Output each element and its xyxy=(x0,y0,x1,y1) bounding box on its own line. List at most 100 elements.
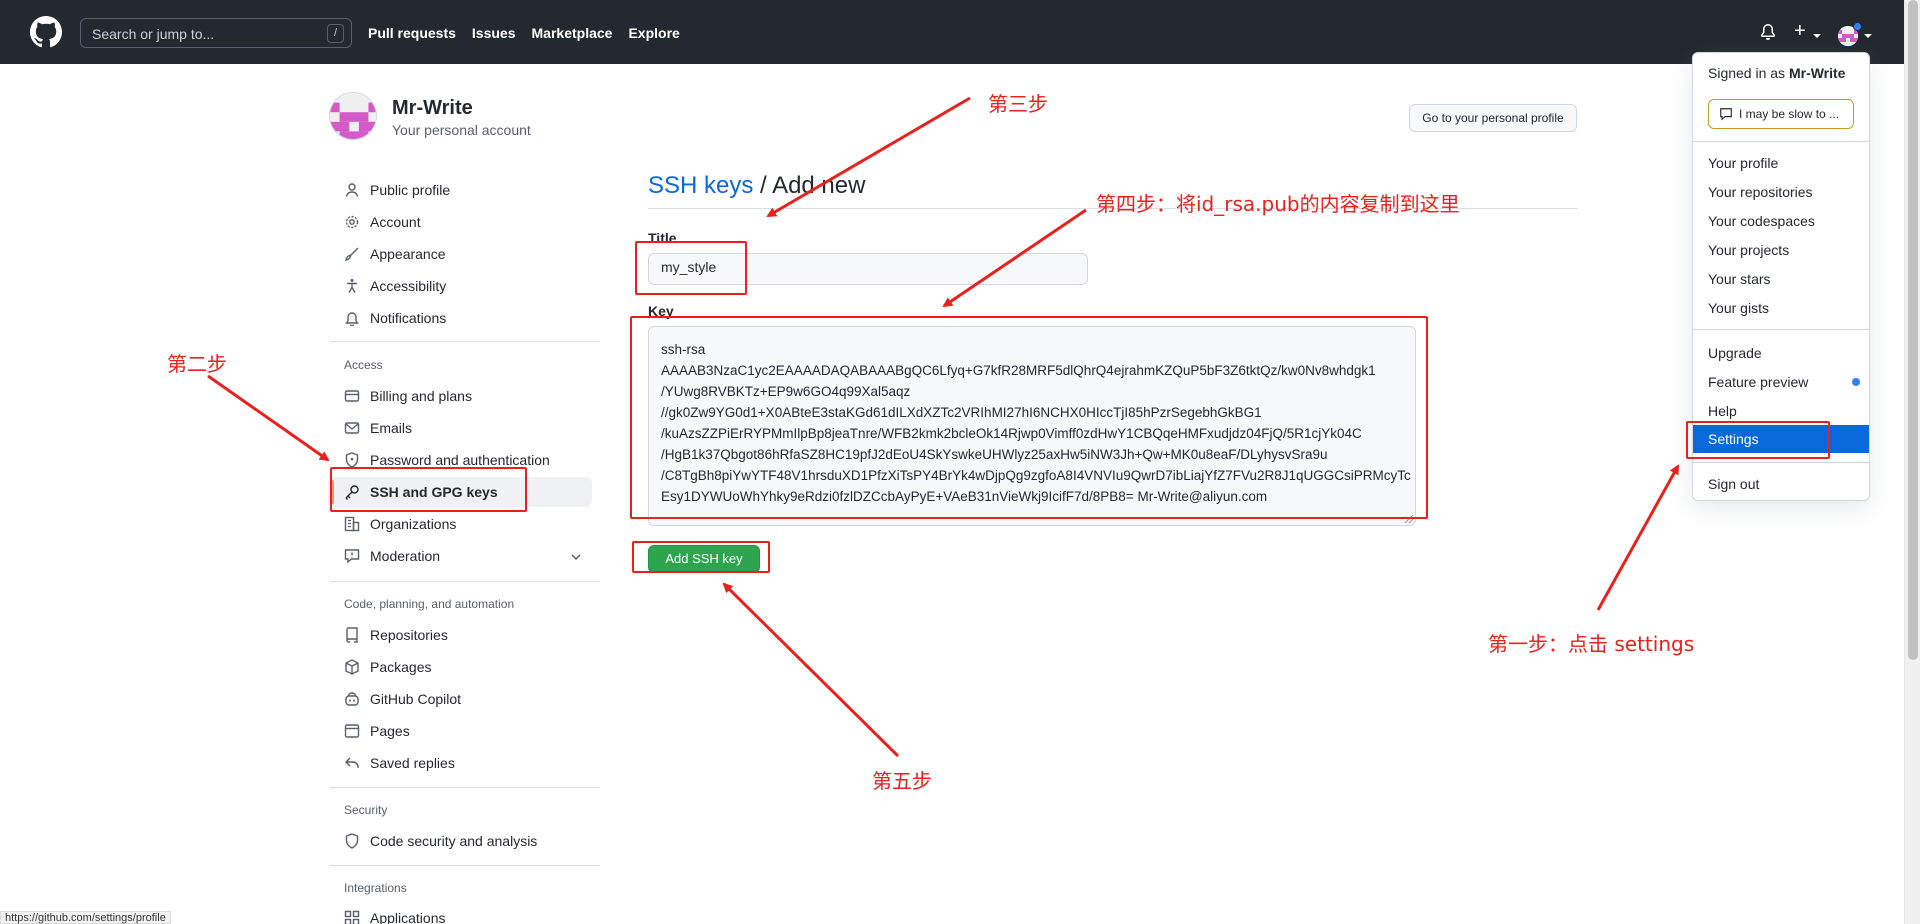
nav-marketplace[interactable]: Marketplace xyxy=(532,25,613,41)
breadcrumb-current: Add new xyxy=(772,172,866,199)
breadcrumb-ssh-keys-link[interactable]: SSH keys xyxy=(648,172,753,199)
breadcrumb-separator: / xyxy=(753,172,773,199)
sidebar-item-packages[interactable]: Packages xyxy=(328,652,592,682)
chevron-down-icon[interactable] xyxy=(570,551,582,563)
accessibility-icon xyxy=(347,279,357,293)
annotation-step1: 第一步：点击 settings xyxy=(1488,632,1695,656)
search-placeholder: Search or jump to... xyxy=(92,26,215,42)
sidebar-item-emails[interactable]: Emails xyxy=(328,413,592,443)
nav-issues[interactable]: Issues xyxy=(472,25,516,41)
sidebar-item-label: Appearance xyxy=(370,246,446,262)
create-caret-icon xyxy=(1813,34,1821,38)
signed-in-prefix: Signed in as xyxy=(1708,65,1789,81)
account-avatar xyxy=(329,92,377,140)
top-nav: Pull requests Issues Marketplace Explore xyxy=(368,25,680,41)
sidebar-divider xyxy=(330,787,600,788)
identicon-icon xyxy=(330,93,376,139)
menu-your-repositories[interactable]: Your repositories xyxy=(1693,178,1869,206)
copilot-icon xyxy=(345,692,359,706)
sidebar-heading-integrations: Integrations xyxy=(344,881,407,895)
search-shortcut-key: / xyxy=(327,24,344,43)
annotation-box-title xyxy=(635,241,747,295)
annotation-box-key xyxy=(630,316,1428,519)
sidebar-divider xyxy=(330,865,600,866)
menu-upgrade[interactable]: Upgrade xyxy=(1693,339,1869,367)
arrow-step2 xyxy=(207,374,330,462)
sidebar-item-repositories[interactable]: Repositories xyxy=(328,620,592,650)
sidebar-item-billing[interactable]: Billing and plans xyxy=(328,381,592,411)
sidebar-item-notifications[interactable]: Notifications xyxy=(328,303,592,333)
sidebar-item-label: Applications xyxy=(370,910,446,924)
report-icon xyxy=(344,549,360,564)
set-status-button[interactable]: I may be slow to ... xyxy=(1708,99,1854,129)
sidebar-divider xyxy=(330,581,600,582)
sidebar-item-label: Account xyxy=(370,214,421,230)
sidebar-item-label: Billing and plans xyxy=(370,388,472,404)
sidebar-divider xyxy=(330,341,600,342)
bell-icon[interactable] xyxy=(1760,24,1776,40)
package-icon xyxy=(345,659,359,675)
nav-pull-requests[interactable]: Pull requests xyxy=(368,25,456,41)
sidebar-item-label: Notifications xyxy=(370,310,447,326)
menu-sign-out[interactable]: Sign out xyxy=(1693,470,1869,498)
nav-explore[interactable]: Explore xyxy=(628,25,679,41)
sidebar-item-label: GitHub Copilot xyxy=(370,691,462,707)
page-title: SSH keys / Add new xyxy=(648,172,865,200)
sidebar-heading-access: Access xyxy=(344,358,383,372)
status-bar-url: https://github.com/settings/profile xyxy=(0,911,171,924)
smiley-status-icon xyxy=(1720,108,1732,121)
reply-icon xyxy=(345,757,359,768)
menu-your-gists[interactable]: Your gists xyxy=(1693,294,1869,322)
signed-in-as: Signed in as Mr-Write xyxy=(1708,65,1845,81)
apps-icon xyxy=(344,910,360,924)
menu-divider xyxy=(1693,141,1869,142)
shield-icon xyxy=(345,833,359,849)
sidebar-item-label: Code security and analysis xyxy=(370,833,538,849)
scrollbar-thumb[interactable] xyxy=(1908,0,1918,660)
account-name[interactable]: Mr-Write xyxy=(392,97,473,120)
menu-your-stars[interactable]: Your stars xyxy=(1693,265,1869,293)
sidebar-item-organizations[interactable]: Organizations xyxy=(328,509,592,539)
sidebar-item-appearance[interactable]: Appearance xyxy=(328,239,592,269)
create-new-button[interactable]: + xyxy=(1794,21,1806,41)
account-subtitle: Your personal account xyxy=(392,122,531,138)
sidebar-item-moderation[interactable]: Moderation xyxy=(328,541,592,571)
signed-in-user: Mr-Write xyxy=(1788,65,1846,81)
browser-icon xyxy=(344,724,360,738)
sidebar-item-label: Password and authentication xyxy=(370,452,550,468)
sidebar-item-pages[interactable]: Pages xyxy=(328,716,592,746)
menu-your-profile[interactable]: Your profile xyxy=(1693,149,1869,177)
go-to-profile-button[interactable]: Go to your personal profile xyxy=(1409,104,1577,132)
avatar-caret-icon xyxy=(1864,34,1872,38)
top-header: Search or jump to... / Pull requests Iss… xyxy=(0,0,1904,64)
annotation-step2: 第二步 xyxy=(167,352,227,376)
bell-icon xyxy=(345,312,359,326)
sidebar-item-code-security[interactable]: Code security and analysis xyxy=(328,826,592,856)
menu-your-codespaces[interactable]: Your codespaces xyxy=(1693,207,1869,235)
notification-dot xyxy=(1853,22,1862,31)
repo-icon xyxy=(346,627,358,643)
feature-preview-dot xyxy=(1852,378,1860,386)
github-logo-icon[interactable] xyxy=(30,16,62,48)
menu-divider xyxy=(1693,462,1869,463)
sidebar-item-label: Emails xyxy=(370,420,413,436)
annotation-box-ssh-keys xyxy=(330,467,527,512)
sidebar-item-copilot[interactable]: GitHub Copilot xyxy=(328,684,592,714)
menu-your-projects[interactable]: Your projects xyxy=(1693,236,1869,264)
credit-card-icon xyxy=(344,390,360,402)
sidebar-item-accessibility[interactable]: Accessibility xyxy=(328,271,592,301)
page-scrollbar[interactable] xyxy=(1904,0,1920,924)
sidebar-item-saved-replies[interactable]: Saved replies xyxy=(328,748,592,778)
sidebar-item-account[interactable]: Account xyxy=(328,207,592,237)
menu-divider xyxy=(1693,329,1869,330)
search-input[interactable]: Search or jump to... / xyxy=(80,18,352,48)
paintbrush-icon xyxy=(345,247,359,261)
annotation-step5: 第五步 xyxy=(872,769,932,793)
sidebar-item-applications[interactable]: Applications xyxy=(328,903,592,924)
sidebar-item-public-profile[interactable]: Public profile xyxy=(328,175,592,205)
menu-feature-preview[interactable]: Feature preview xyxy=(1693,368,1869,396)
arrow-step1 xyxy=(1596,464,1680,611)
sidebar-item-label: Pages xyxy=(370,723,410,739)
gear-icon xyxy=(345,215,359,229)
annotation-box-settings xyxy=(1686,421,1830,459)
